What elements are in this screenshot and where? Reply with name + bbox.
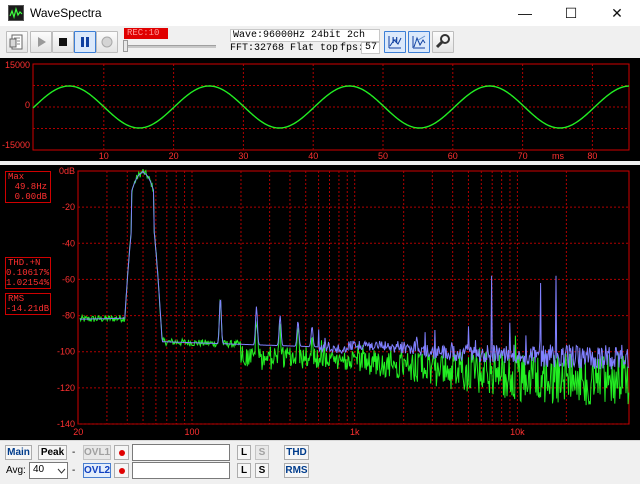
ovl1-save-button[interactable]: S — [255, 445, 269, 460]
ovl1-dash: - — [72, 447, 76, 458]
spectrum-y-tick: -60 — [62, 274, 75, 284]
title-bar: WaveSpectra — ☐ ✕ — [0, 0, 640, 26]
spectrum-x-tick: 10k — [510, 427, 525, 437]
thd-value-1: 0.10617% — [6, 268, 50, 278]
wave-y-tick-top: 15000 — [5, 60, 30, 70]
avg-value: 40 — [33, 464, 45, 475]
avg-label: Avg: — [6, 465, 26, 476]
wave-x-tick: 40 — [308, 151, 318, 161]
ovl1-record-dot-icon[interactable] — [114, 445, 129, 460]
wave-x-tick: 80 — [587, 151, 597, 161]
wave-y-tick-mid: 0 — [25, 100, 30, 110]
wave-format-info: Wave:96000Hz 24bit 2ch — [230, 29, 380, 42]
tools-button[interactable] — [432, 31, 454, 53]
close-button[interactable]: ✕ — [594, 0, 640, 26]
wave-x-tick: 10 — [99, 151, 109, 161]
maximize-button[interactable]: ☐ — [548, 0, 594, 26]
thd-button[interactable]: THD — [284, 445, 309, 460]
rms-label: RMS — [8, 294, 25, 304]
ovl1-load-button[interactable]: L — [237, 445, 251, 460]
max-level: 0.00dB — [14, 192, 47, 202]
peak-button[interactable]: Peak — [38, 445, 67, 460]
wave-x-tick: 70 — [518, 151, 528, 161]
spectrum-y-tick: -80 — [62, 311, 75, 321]
spectrum-plot: 0dB-20-40-60-80-100-120-140 20 100 1k 10k — [57, 166, 630, 437]
range-h-icon: H — [388, 36, 402, 49]
wave-y-tick-bottom: -15000 — [2, 140, 30, 150]
ovl2-record-dot-icon[interactable] — [114, 463, 129, 478]
record-level-thumb[interactable] — [123, 40, 128, 52]
spectrum-display: 0dB -20 -40 -60 -80 -100 -120 -140 20 100 1k 10k M… — [0, 165, 640, 440]
spectrum-y-tick: -20 — [62, 202, 75, 212]
ovl1-name-field[interactable] — [132, 444, 230, 461]
spectrum-y-tick: 0dB — [59, 166, 75, 176]
spectrum-x-tick: 100 — [184, 427, 199, 437]
setting-button[interactable] — [408, 31, 430, 53]
wave-x-tick: 30 — [238, 151, 248, 161]
wave-x-unit: ms — [552, 151, 564, 161]
play-button[interactable] — [30, 31, 52, 53]
avg-select[interactable]: 40 — [29, 462, 68, 479]
ovl2-dash: - — [72, 465, 76, 476]
ovl2-save-button[interactable]: S — [255, 463, 269, 478]
wave-x-tick: 50 — [378, 151, 388, 161]
fps-value: 57 — [361, 42, 380, 54]
file-open-icon — [9, 34, 23, 50]
max-readout: Max 49.8Hz 0.00dB — [5, 171, 51, 203]
thd-readout: THD.+N 0.10617% 1.02154% — [5, 257, 51, 289]
spectrum-y-tick: -120 — [57, 383, 75, 393]
spectrum-y-tick: -40 — [62, 238, 75, 248]
wrench-icon — [435, 34, 450, 49]
range-setting-button[interactable]: H — [384, 31, 406, 53]
thd-value-2: 1.02154% — [6, 278, 50, 288]
main-button[interactable]: Main — [5, 445, 32, 460]
thd-label: THD.+N — [8, 258, 41, 268]
record-button[interactable] — [96, 31, 118, 53]
rms-value: -14.21dB — [6, 304, 50, 314]
ovl1-button[interactable]: OVL1 — [83, 445, 111, 460]
fft-info: FFT:32768 Flat top — [230, 43, 339, 54]
waveform-plot: 15000 0 -15000 10 20 30 40 50 60 70 80 ms — [2, 60, 630, 161]
ovl2-name-field[interactable] — [132, 462, 230, 479]
rms-button[interactable]: RMS — [284, 463, 309, 478]
spectrum-y-tick: -100 — [57, 347, 75, 357]
record-icon — [101, 36, 113, 48]
ovl2-button[interactable]: OVL2 — [83, 463, 111, 478]
setting-icon — [412, 35, 426, 49]
record-level-slider[interactable] — [124, 45, 216, 48]
chevron-down-icon — [57, 468, 66, 474]
waveform-display: 15000 0 -15000 10 20 30 40 50 60 70 80 ms — [0, 58, 640, 161]
spectrum-x-tick: 20 — [73, 427, 83, 437]
wave-x-tick: 20 — [169, 151, 179, 161]
stop-icon — [59, 38, 67, 46]
pause-button[interactable] — [74, 31, 96, 53]
ovl2-load-button[interactable]: L — [237, 463, 251, 478]
spectrum-x-tick: 1k — [350, 427, 360, 437]
file-open-button[interactable] — [6, 31, 28, 53]
app-icon — [8, 5, 24, 21]
wave-x-tick: 60 — [448, 151, 458, 161]
window-title: WaveSpectra — [30, 6, 102, 20]
max-frequency: 49.8Hz — [14, 182, 47, 192]
stop-button[interactable] — [52, 31, 74, 53]
rms-readout: RMS -14.21dB — [5, 293, 51, 315]
record-level-label: REC:10 — [124, 28, 168, 39]
minimize-button[interactable]: — — [502, 0, 548, 26]
max-label: Max — [8, 172, 25, 182]
play-icon — [38, 37, 46, 47]
pause-icon — [81, 37, 89, 47]
